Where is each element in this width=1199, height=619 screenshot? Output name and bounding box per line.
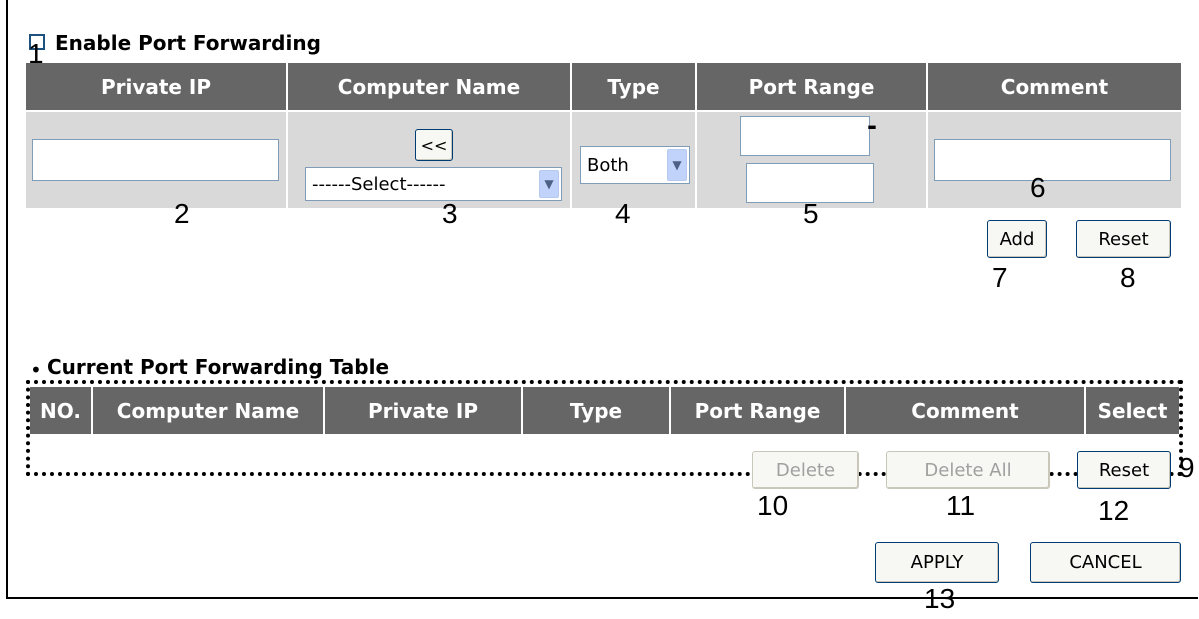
form-header-comment: Comment — [928, 63, 1181, 110]
back-button[interactable]: << — [415, 129, 453, 161]
computer-name-select[interactable]: ------Select------ ▼ — [305, 167, 562, 201]
delete-button[interactable]: Delete — [752, 451, 859, 489]
apply-button[interactable]: APPLY — [875, 542, 999, 583]
callout-10: 10 — [757, 490, 789, 521]
chevron-down-icon[interactable]: ▼ — [539, 170, 559, 198]
cancel-button[interactable]: CANCEL — [1030, 542, 1181, 583]
port-range-start-input[interactable] — [740, 116, 870, 156]
chevron-down-icon[interactable]: ▼ — [667, 149, 687, 181]
form-header-type: Type — [572, 63, 695, 110]
type-select-value: Both — [587, 154, 629, 176]
callout-9: 9 — [1179, 452, 1195, 483]
callout-13: 13 — [924, 583, 956, 614]
form-header-computer-name: Computer Name — [288, 63, 570, 110]
form-header-port-range: Port Range — [697, 63, 926, 110]
callout-7: 7 — [992, 262, 1008, 293]
table-reset-button[interactable]: Reset — [1077, 451, 1171, 489]
callout-12: 12 — [1098, 495, 1130, 526]
private-ip-input[interactable] — [32, 139, 279, 181]
callout-2: 2 — [174, 198, 190, 229]
add-button[interactable]: Add — [987, 220, 1047, 258]
bullet: • — [30, 358, 42, 382]
comment-input[interactable] — [934, 139, 1171, 181]
port-range-dash: - — [867, 112, 877, 140]
computer-name-select-value: ------Select------ — [312, 173, 446, 195]
callout-3: 3 — [442, 198, 458, 229]
callout-11: 11 — [946, 490, 976, 521]
delete-all-button[interactable]: Delete All — [886, 451, 1050, 489]
callout-4: 4 — [615, 198, 631, 229]
callout-1: 1 — [28, 38, 44, 69]
form-reset-button[interactable]: Reset — [1076, 220, 1171, 258]
enable-port-forwarding-label: Enable Port Forwarding — [55, 31, 321, 55]
callout-5: 5 — [803, 198, 819, 229]
form-header-private-ip: Private IP — [26, 63, 286, 110]
callout-6: 6 — [1030, 172, 1046, 203]
table-title: Current Port Forwarding Table — [47, 355, 390, 379]
port-range-end-input[interactable] — [746, 163, 874, 203]
callout-8: 8 — [1120, 262, 1136, 293]
type-select[interactable]: Both ▼ — [580, 146, 690, 184]
